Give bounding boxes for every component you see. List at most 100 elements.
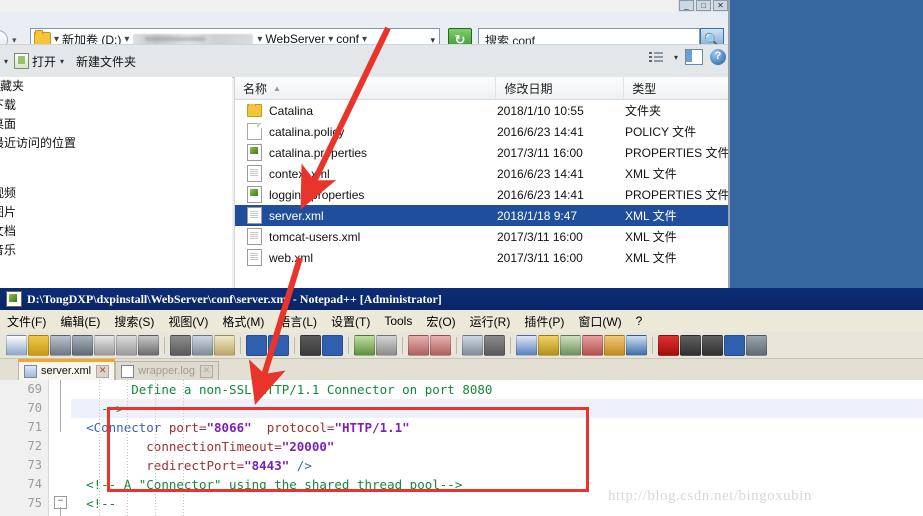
macro-save-icon[interactable] xyxy=(746,334,767,356)
menu-item-6[interactable]: 设置(T) xyxy=(324,313,377,330)
table-row[interactable]: tomcat-users.xml 2017/3/11 16:00 XML 文件 xyxy=(235,226,728,247)
toolbar-separator xyxy=(652,336,653,354)
line-number: 71 xyxy=(27,420,42,434)
save-all-icon[interactable] xyxy=(72,334,93,356)
paste-icon[interactable] xyxy=(214,334,235,356)
tab-close-icon[interactable]: ✕ xyxy=(96,364,110,378)
new-folder-button[interactable]: 新建文件夹 xyxy=(70,48,142,74)
open-file-icon[interactable] xyxy=(28,334,49,356)
sidebar-item-libraries[interactable]: 库 xyxy=(0,165,232,184)
open-button[interactable]: 打开 ▾ xyxy=(8,48,70,74)
sidebar-item-favorites[interactable]: 收藏夹 xyxy=(0,77,232,96)
menu-item-9[interactable]: 运行(R) xyxy=(463,313,518,330)
menu-item-5[interactable]: 语言(L) xyxy=(271,313,324,330)
help-icon[interactable]: ? xyxy=(710,49,726,65)
monitor-icon[interactable] xyxy=(626,334,647,356)
open-caret-icon[interactable]: ▾ xyxy=(60,57,64,66)
column-header-name-label: 名称 xyxy=(243,81,268,96)
macro-record-icon[interactable] xyxy=(658,334,679,356)
sidebar-item-desktop[interactable]: 桌面 xyxy=(0,115,232,134)
doc-map-icon[interactable] xyxy=(560,334,581,356)
line-number: 74 xyxy=(27,477,42,491)
menu-item-3[interactable]: 视图(V) xyxy=(161,313,215,330)
watermark-text: http://blog.csdn.net/bingoxubin xyxy=(608,488,812,504)
tab-server-xml[interactable]: server.xml ✕ xyxy=(18,359,116,380)
macro-stop-icon[interactable] xyxy=(680,334,701,356)
menu-item-12[interactable]: ? xyxy=(629,314,650,328)
sidebar-item-recent[interactable]: 最近访问的位置 xyxy=(0,134,232,153)
udl-icon[interactable] xyxy=(538,334,559,356)
breadcrumb-redacted-segment[interactable] xyxy=(133,33,254,45)
close-file-icon[interactable] xyxy=(94,334,115,356)
sidebar-item-pictures[interactable]: 图片 xyxy=(0,203,232,222)
file-date-cell: 2017/3/11 16:00 xyxy=(497,229,583,244)
macro-play-icon[interactable] xyxy=(702,334,723,356)
sidebar-item-documents[interactable]: 文档 xyxy=(0,222,232,241)
new-file-icon[interactable] xyxy=(6,334,27,356)
code-folding-column[interactable]: − xyxy=(49,380,71,516)
code-token-cm: Define a non-SSL HTTP/1.1 Connector on p… xyxy=(131,382,493,397)
wordwrap-icon[interactable] xyxy=(462,334,483,356)
toolbar-separator xyxy=(348,336,349,354)
file-date-cell: 2016/6/23 14:41 xyxy=(497,124,584,139)
sidebar-item-videos[interactable]: 视频 xyxy=(0,184,232,203)
view-list-icon[interactable] xyxy=(648,51,663,63)
file-type-cell: XML 文件 xyxy=(625,251,677,265)
column-header-type-label: 类型 xyxy=(632,81,657,96)
fold-line xyxy=(60,380,61,432)
macro-playmulti-icon[interactable] xyxy=(724,334,745,356)
menu-item-1[interactable]: 编辑(E) xyxy=(53,313,107,330)
folder-workspace-icon[interactable] xyxy=(604,334,625,356)
sidebar-item-downloads[interactable]: 下载 xyxy=(0,96,232,115)
menu-item-4[interactable]: 格式(M) xyxy=(215,313,271,330)
tab-close-icon[interactable]: ✕ xyxy=(200,364,213,378)
maximize-button[interactable]: □ xyxy=(696,0,711,11)
preview-pane-icon[interactable] xyxy=(685,49,703,65)
table-row[interactable]: catalina.properties 2017/3/11 16:00 PROPER… xyxy=(235,142,728,163)
toolbar-separator xyxy=(240,336,241,354)
minimize-button[interactable]: _ xyxy=(679,0,694,11)
table-row[interactable]: web.xml 2017/3/11 16:00 XML 文件 xyxy=(235,247,728,268)
column-header-date[interactable]: 修改日期 xyxy=(496,77,625,99)
file-date-cell: 2016/6/23 14:41 xyxy=(497,166,584,181)
toolbar-separator xyxy=(164,336,165,354)
column-header-name[interactable]: 名称 ▲ xyxy=(235,77,497,99)
show-all-chars-icon[interactable] xyxy=(484,334,505,356)
menu-item-8[interactable]: 宏(O) xyxy=(419,313,462,330)
zoom-in-icon[interactable] xyxy=(354,334,375,356)
close-button[interactable]: ✕ xyxy=(713,0,728,11)
menu-item-7[interactable]: Tools xyxy=(377,314,419,328)
replace-icon[interactable] xyxy=(322,334,343,356)
sync-h-icon[interactable] xyxy=(430,334,451,356)
func-list-icon[interactable] xyxy=(582,334,603,356)
copy-icon[interactable] xyxy=(192,334,213,356)
tab-wrapper-log[interactable]: wrapper.log ✕ xyxy=(115,361,219,380)
table-row[interactable]: Catalina 2018/1/10 10:55 文件夹 xyxy=(235,100,728,121)
menu-item-2[interactable]: 搜索(S) xyxy=(107,313,161,330)
find-icon[interactable] xyxy=(300,334,321,356)
table-row[interactable]: server.xml 2018/1/18 9:47 XML 文件 xyxy=(235,205,728,226)
menu-item-11[interactable]: 窗口(W) xyxy=(571,313,628,330)
menu-item-0[interactable]: 文件(F) xyxy=(0,313,53,330)
explorer-command-bar: ▾ 打开 ▾ 新建文件夹 ▾ ? xyxy=(0,44,728,78)
redo-icon[interactable] xyxy=(268,334,289,356)
view-caret-icon[interactable]: ▾ xyxy=(674,53,678,62)
table-row[interactable]: catalina.policy 2016/6/23 14:41 POLICY 文件 xyxy=(235,121,728,142)
toolbar-separator xyxy=(294,336,295,354)
print-icon[interactable] xyxy=(138,334,159,356)
cut-icon[interactable] xyxy=(170,334,191,356)
table-row[interactable]: logging.properties 2016/6/23 14:41 PROPERT… xyxy=(235,184,728,205)
sync-v-icon[interactable] xyxy=(408,334,429,356)
undo-icon[interactable] xyxy=(246,334,267,356)
table-row[interactable]: context.xml 2016/6/23 14:41 XML 文件 xyxy=(235,163,728,184)
column-header-type[interactable]: 类型 xyxy=(624,77,728,99)
close-all-icon[interactable] xyxy=(116,334,137,356)
toolbar-separator xyxy=(456,336,457,354)
xml-icon xyxy=(247,207,262,224)
zoom-out-icon[interactable] xyxy=(376,334,397,356)
line-number: 72 xyxy=(27,439,42,453)
indent-guide-icon[interactable] xyxy=(516,334,537,356)
sidebar-item-music[interactable]: 音乐 xyxy=(0,241,232,260)
save-icon[interactable] xyxy=(50,334,71,356)
menu-item-10[interactable]: 插件(P) xyxy=(517,313,571,330)
